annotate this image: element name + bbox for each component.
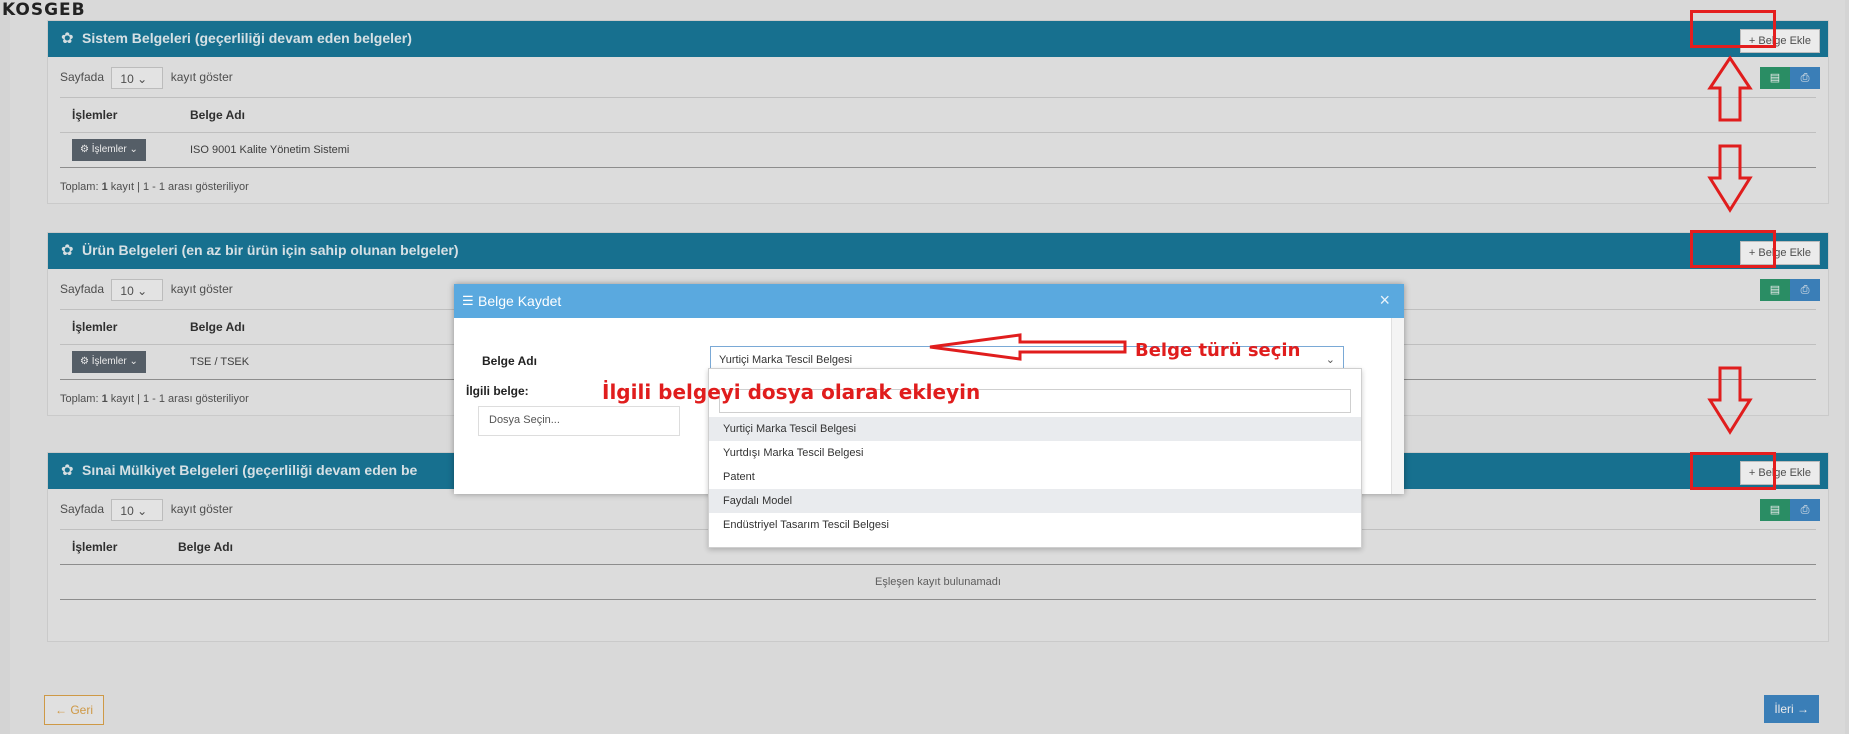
file-picker[interactable]: Dosya Seçin... — [478, 406, 680, 436]
list-icon: ☰ — [462, 293, 474, 308]
modal-header: ☰ Belge Kaydet × — [454, 284, 1404, 318]
option-item[interactable]: Yurtiçi Marka Tescil Belgesi — [709, 417, 1361, 441]
selected-document-type: Yurtiçi Marka Tescil Belgesi — [719, 354, 853, 366]
related-document-label: İlgili belge: — [466, 384, 529, 398]
document-name-label: Belge Adı — [482, 354, 537, 368]
close-icon[interactable]: × — [1379, 290, 1390, 311]
annotation-choose-type: Belge türü seçin — [1135, 340, 1301, 361]
modal-scrollbar[interactable] — [1391, 318, 1404, 494]
highlight-box — [1690, 10, 1776, 48]
highlight-box — [1690, 230, 1776, 268]
option-item[interactable]: Patent — [709, 465, 1361, 489]
file-picker-placeholder: Dosya Seçin... — [489, 414, 560, 426]
brand-logo: KOSGEB — [2, 0, 86, 20]
highlight-box — [1690, 452, 1776, 490]
option-item[interactable]: Faydalı Model — [709, 489, 1361, 513]
chevron-down-icon: ⌄ — [1325, 354, 1335, 366]
modal-title: Belge Kaydet — [478, 293, 562, 309]
annotation-attach-file: İlgili belgeyi dosya olarak ekleyin — [602, 380, 981, 404]
option-item[interactable]: Yurtdışı Marka Tescil Belgesi — [709, 441, 1361, 465]
option-item[interactable]: Endüstriyel Tasarım Tescil Belgesi — [709, 513, 1361, 537]
